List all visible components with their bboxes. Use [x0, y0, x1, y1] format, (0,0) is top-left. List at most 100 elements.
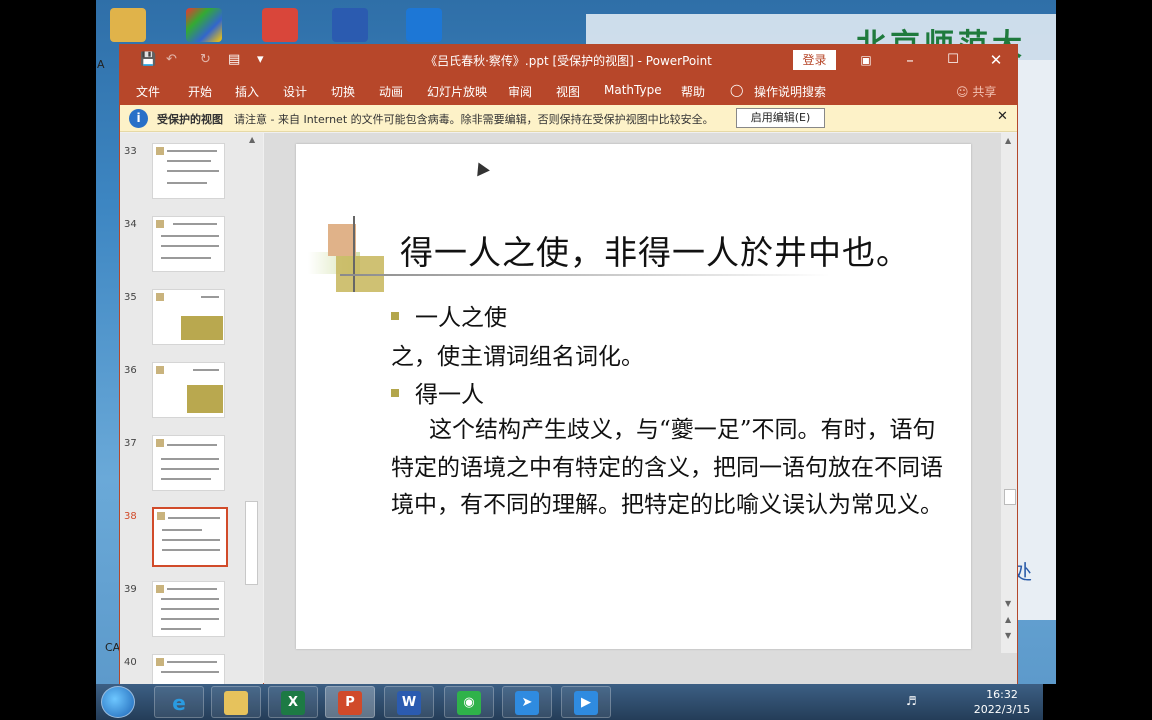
thumb-number-selected: 38	[124, 511, 137, 522]
powerpoint-window: 💾 ↶ ↻ ▤ ▾ 《吕氏春秋·察传》.ppt [受保护的视图] - Power…	[119, 44, 1018, 684]
taskbar-powerpoint[interactable]: P	[325, 686, 375, 718]
minimize-icon[interactable]: –	[895, 50, 925, 70]
share-button[interactable]: ☺ 共享	[956, 83, 996, 100]
folder-desktop-icon[interactable]	[110, 8, 146, 42]
slide-thumbnail-selected[interactable]	[152, 507, 228, 567]
thumb-number: 34	[124, 219, 137, 230]
taskbar-word[interactable]: W	[384, 686, 434, 718]
cloud-app-desktop-icon[interactable]	[406, 8, 442, 42]
scroll-up-icon[interactable]: ▲	[1005, 136, 1011, 145]
shield-icon: i	[129, 109, 148, 128]
taskbar: e X P W ◉ ➤ ▶ ♬ 16:32 2022/3/15	[96, 684, 1043, 720]
protected-view-bar: i 受保护的视图 请注意 - 来自 Internet 的文件可能包含病毒。除非需…	[120, 105, 1017, 132]
taskbar-wechat[interactable]: ◉	[444, 686, 494, 718]
bullet-square	[391, 312, 399, 320]
title-underline	[340, 274, 830, 276]
body-paragraph: 这个结构产生歧义，与“夔一足”不同。有时，语句特定的语境之中有特定的含义，把同一…	[391, 417, 943, 518]
lightbulb-icon: ◯	[730, 83, 744, 97]
thumbnail-scroll-thumb[interactable]	[245, 501, 258, 585]
tab-slideshow[interactable]: 幻灯片放映	[427, 83, 487, 100]
tab-animations[interactable]: 动画	[379, 83, 403, 100]
bullet-text: 得一人	[415, 382, 484, 408]
close-infobar-icon[interactable]: ✕	[997, 109, 1008, 124]
thumb-number: 33	[124, 146, 137, 157]
word-desktop-icon[interactable]	[332, 8, 368, 42]
thumb-number: 37	[124, 438, 137, 449]
clock-time: 16:32	[986, 688, 1018, 701]
wallpaper-strip	[1018, 60, 1056, 620]
slide-thumbnail[interactable]	[152, 581, 225, 637]
slide-thumbnail[interactable]	[152, 143, 225, 199]
bullet-square	[391, 389, 399, 397]
tab-transitions[interactable]: 切换	[331, 83, 355, 100]
folder-icon	[224, 691, 248, 715]
clock-date: 2022/3/15	[973, 703, 1031, 716]
tab-home[interactable]: 开始	[188, 83, 212, 100]
chat-icon: ◉	[457, 691, 481, 715]
taskbar-ie[interactable]: e	[154, 686, 204, 718]
bird-icon: ➤	[515, 691, 539, 715]
slide-thumbnail[interactable]	[152, 435, 225, 491]
word-icon: W	[397, 691, 421, 715]
title-decoration-line	[353, 216, 355, 292]
tab-view[interactable]: 视图	[556, 83, 580, 100]
tv-icon: ▶	[574, 691, 598, 715]
tab-mathtype[interactable]: MathType	[604, 83, 662, 97]
thumb-number: 39	[124, 584, 137, 595]
thumb-number: 36	[124, 365, 137, 376]
taskbar-video[interactable]: ▶	[561, 686, 611, 718]
maximize-icon[interactable]: ☐	[938, 50, 968, 70]
screen: 北京师范大學 处 A CA 💾 ↶ ↻ ▤ ▾ 《吕氏春秋·察传》.ppt [受…	[0, 0, 1152, 720]
scroll-up-icon[interactable]: ▲	[249, 135, 255, 144]
powerpoint-icon: P	[338, 691, 362, 715]
tab-help[interactable]: 帮助	[681, 83, 705, 100]
control-panel-desktop-icon[interactable]	[186, 8, 222, 42]
taskbar-feishu[interactable]: ➤	[502, 686, 552, 718]
tab-insert[interactable]: 插入	[235, 83, 259, 100]
bullet-text: 一人之使	[415, 305, 507, 331]
slide-thumbnail[interactable]	[152, 654, 225, 684]
title-decoration	[328, 224, 356, 256]
window-title: 《吕氏春秋·察传》.ppt [受保护的视图] - PowerPoint	[425, 54, 712, 68]
ribbon-display-icon[interactable]: ▣	[851, 50, 881, 70]
slide-scroll-thumb[interactable]	[1004, 489, 1016, 505]
enable-editing-button[interactable]: 启用编辑(E)	[736, 108, 825, 128]
login-button[interactable]: 登录	[793, 50, 836, 70]
wallpaper-edge-text-2: CA	[105, 641, 121, 654]
slide-scrollbar[interactable]: ▲ ▼ ▲ ▼	[1001, 133, 1017, 653]
body-line: 之，使主谓词组名词化。	[391, 344, 644, 370]
previous-slide-icon[interactable]: ▲	[1005, 615, 1011, 624]
tab-file[interactable]: 文件	[136, 83, 160, 100]
thumbnail-scrollbar[interactable]: ▲	[245, 133, 263, 684]
slide-thumbnail-pane: 33 34 35 36 37 38 39 40	[120, 133, 263, 684]
taskbar-excel[interactable]: X	[268, 686, 318, 718]
slide-edit-area: 得一人之使，非得一人於井中也。 一人之使 之，使主谓词组名词化。 得一人 这个结…	[264, 133, 1017, 684]
person-icon: ☺	[956, 85, 969, 99]
slide-title: 得一人之使，非得一人於井中也。	[400, 233, 910, 272]
share-label: 共享	[972, 85, 997, 99]
slide-thumbnail[interactable]	[152, 362, 225, 418]
slide-thumbnail[interactable]	[152, 289, 225, 345]
protected-view-title: 受保护的视图	[157, 113, 223, 126]
taskbar-explorer[interactable]	[211, 686, 261, 718]
next-slide-icon[interactable]: ▼	[1005, 631, 1011, 640]
close-icon[interactable]: ✕	[981, 50, 1011, 70]
ie-icon: e	[172, 691, 186, 715]
tell-me-search[interactable]: 操作说明搜索	[754, 83, 826, 100]
pdf-desktop-icon[interactable]	[262, 8, 298, 42]
title-bar: 💾 ↶ ↻ ▤ ▾ 《吕氏春秋·察传》.ppt [受保护的视图] - Power…	[120, 45, 1017, 75]
system-clock[interactable]: 16:32 2022/3/15	[962, 687, 1042, 717]
tab-review[interactable]: 审阅	[508, 83, 532, 100]
start-button-icon[interactable]	[101, 686, 135, 718]
excel-icon: X	[281, 691, 305, 715]
wallpaper-edge-text: A	[97, 58, 105, 71]
thumb-number: 35	[124, 292, 137, 303]
tab-design[interactable]: 设计	[283, 83, 307, 100]
thumb-number: 40	[124, 657, 137, 668]
volume-icon[interactable]: ♬	[906, 694, 917, 708]
slide-canvas[interactable]: 得一人之使，非得一人於井中也。 一人之使 之，使主谓词组名词化。 得一人 这个结…	[296, 144, 971, 649]
scroll-down-icon[interactable]: ▼	[1005, 599, 1011, 608]
slide-thumbnail[interactable]	[152, 216, 225, 272]
protected-view-message: 请注意 - 来自 Internet 的文件可能包含病毒。除非需要编辑，否则保持在…	[234, 113, 714, 126]
ribbon-tabs: 文件 开始 插入 设计 切换 动画 幻灯片放映 审阅 视图 MathType 帮…	[120, 75, 1017, 105]
